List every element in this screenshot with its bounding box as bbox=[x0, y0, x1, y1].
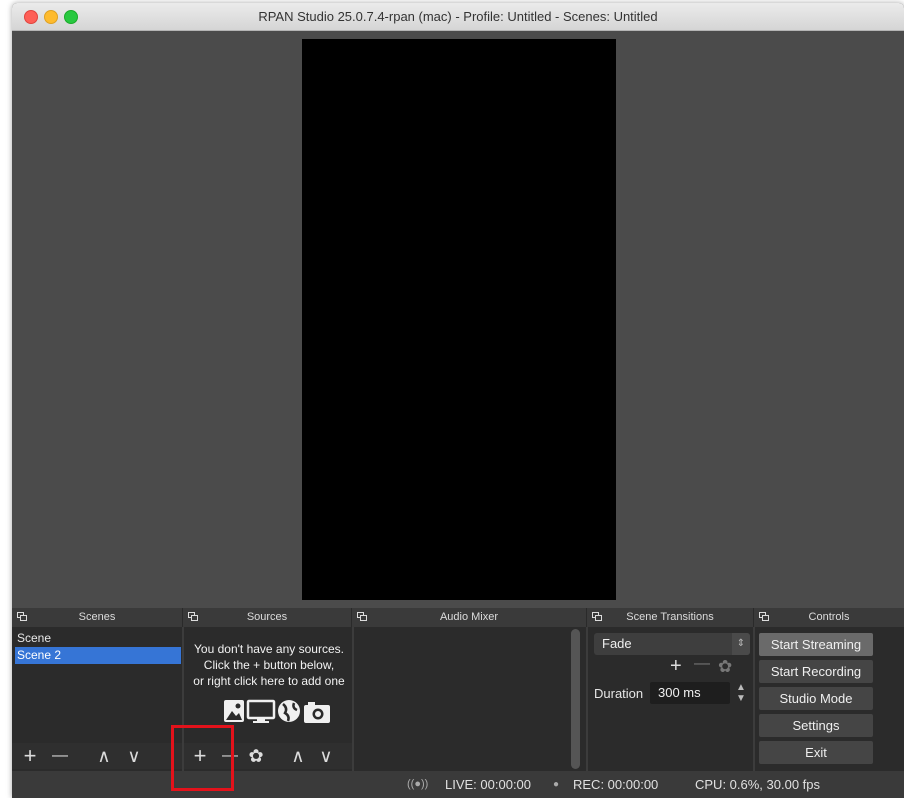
source-properties-gear-icon[interactable]: ✿ bbox=[244, 743, 268, 769]
dock-title-row: Scenes Sources Audio Mixer Scene Transit… bbox=[12, 608, 904, 627]
duration-label: Duration bbox=[594, 686, 644, 701]
transition-properties-gear-icon[interactable]: ✿ bbox=[718, 657, 732, 677]
add-transition-button[interactable]: + bbox=[670, 655, 682, 678]
remove-scene-button[interactable]: — bbox=[48, 743, 72, 769]
undock-icon[interactable] bbox=[357, 612, 367, 621]
camera-source-icon bbox=[304, 702, 330, 723]
mixer-dock-title: Audio Mixer bbox=[439, 611, 499, 623]
scenes-panel: Scene Scene 2 + — ∧ ∨ bbox=[12, 627, 182, 771]
transition-type-select[interactable]: Fade ⇕ bbox=[594, 633, 750, 655]
preview-area bbox=[12, 31, 904, 608]
move-source-up-button[interactable]: ∧ bbox=[286, 743, 310, 769]
sources-empty-line-3: or right click here to add one bbox=[193, 674, 345, 688]
undock-icon[interactable] bbox=[592, 612, 602, 621]
highlight-box bbox=[171, 725, 234, 791]
transition-tools: + — ✿ bbox=[670, 655, 750, 678]
window-title: RPAN Studio 25.0.7.4-rpan (mac) - Profil… bbox=[258, 9, 658, 24]
sources-empty-line-2: Click the + button below, bbox=[203, 658, 335, 672]
undock-icon[interactable] bbox=[759, 612, 769, 621]
live-broadcast-icon: ((●)) bbox=[407, 778, 429, 790]
remove-transition-button[interactable]: — bbox=[694, 655, 710, 673]
cpu-fps-readout: CPU: 0.6%, 30.00 fps bbox=[695, 777, 821, 792]
transition-type-value: Fade bbox=[602, 636, 632, 651]
browser-source-icon bbox=[278, 700, 300, 722]
scenes-toolbar: + — ∧ ∨ bbox=[12, 743, 182, 769]
scenes-dock-header: Scenes bbox=[12, 608, 183, 627]
mixer-dock-header: Audio Mixer bbox=[352, 608, 587, 627]
scene-list-item-selected[interactable]: Scene 2 bbox=[15, 647, 181, 664]
scenes-dock-title: Scenes bbox=[78, 611, 116, 623]
live-timer: LIVE: 00:00:00 bbox=[445, 777, 532, 792]
image-source-icon bbox=[224, 700, 244, 722]
audio-mixer-panel bbox=[354, 627, 586, 771]
studio-mode-button[interactable]: Studio Mode bbox=[759, 687, 873, 710]
record-dot-icon: ● bbox=[553, 779, 560, 790]
move-scene-up-button[interactable]: ∧ bbox=[92, 743, 116, 769]
duration-input[interactable]: 300 ms bbox=[650, 682, 730, 704]
move-scene-down-button[interactable]: ∨ bbox=[122, 743, 146, 769]
source-type-icons bbox=[224, 699, 330, 723]
settings-button[interactable]: Settings bbox=[759, 714, 873, 737]
undock-icon[interactable] bbox=[188, 612, 198, 621]
transitions-dock-title: Scene Transitions bbox=[626, 611, 714, 623]
start-recording-button[interactable]: Start Recording bbox=[759, 660, 873, 683]
duration-spinner-icon[interactable]: ▲ ▼ bbox=[734, 682, 748, 704]
undock-icon[interactable] bbox=[17, 612, 27, 621]
sources-dock-header: Sources bbox=[183, 608, 352, 627]
move-source-down-button[interactable]: ∨ bbox=[314, 743, 338, 769]
preview-canvas[interactable] bbox=[302, 39, 616, 600]
start-streaming-button[interactable]: Start Streaming bbox=[759, 633, 873, 656]
title-bar: RPAN Studio 25.0.7.4-rpan (mac) - Profil… bbox=[12, 3, 904, 31]
controls-dock-title: Controls bbox=[808, 611, 850, 623]
app-window: RPAN Studio 25.0.7.4-rpan (mac) - Profil… bbox=[12, 3, 904, 798]
mixer-scrollbar[interactable] bbox=[571, 629, 580, 769]
display-source-icon bbox=[246, 699, 276, 723]
transitions-dock-header: Scene Transitions bbox=[587, 608, 754, 627]
sources-empty-message: You don't have any sources. Click the + … bbox=[184, 641, 354, 689]
exit-button[interactable]: Exit bbox=[759, 741, 873, 764]
add-scene-button[interactable]: + bbox=[18, 743, 42, 769]
rec-timer: REC: 00:00:00 bbox=[573, 777, 659, 792]
sources-empty-line-1: You don't have any sources. bbox=[194, 642, 344, 656]
controls-dock-header: Controls bbox=[754, 608, 904, 627]
scene-list-item[interactable]: Scene bbox=[15, 630, 181, 647]
status-bar: ((●)) LIVE: 00:00:00 ● REC: 00:00:00 CPU… bbox=[12, 771, 904, 798]
select-arrows-icon: ⇕ bbox=[732, 633, 750, 655]
scene-transitions-panel: Fade ⇕ + — ✿ Duration 300 ms ▲ ▼ bbox=[588, 627, 753, 771]
controls-panel: Start Streaming Start Recording Studio M… bbox=[755, 627, 904, 771]
sources-dock-title: Sources bbox=[246, 611, 288, 623]
